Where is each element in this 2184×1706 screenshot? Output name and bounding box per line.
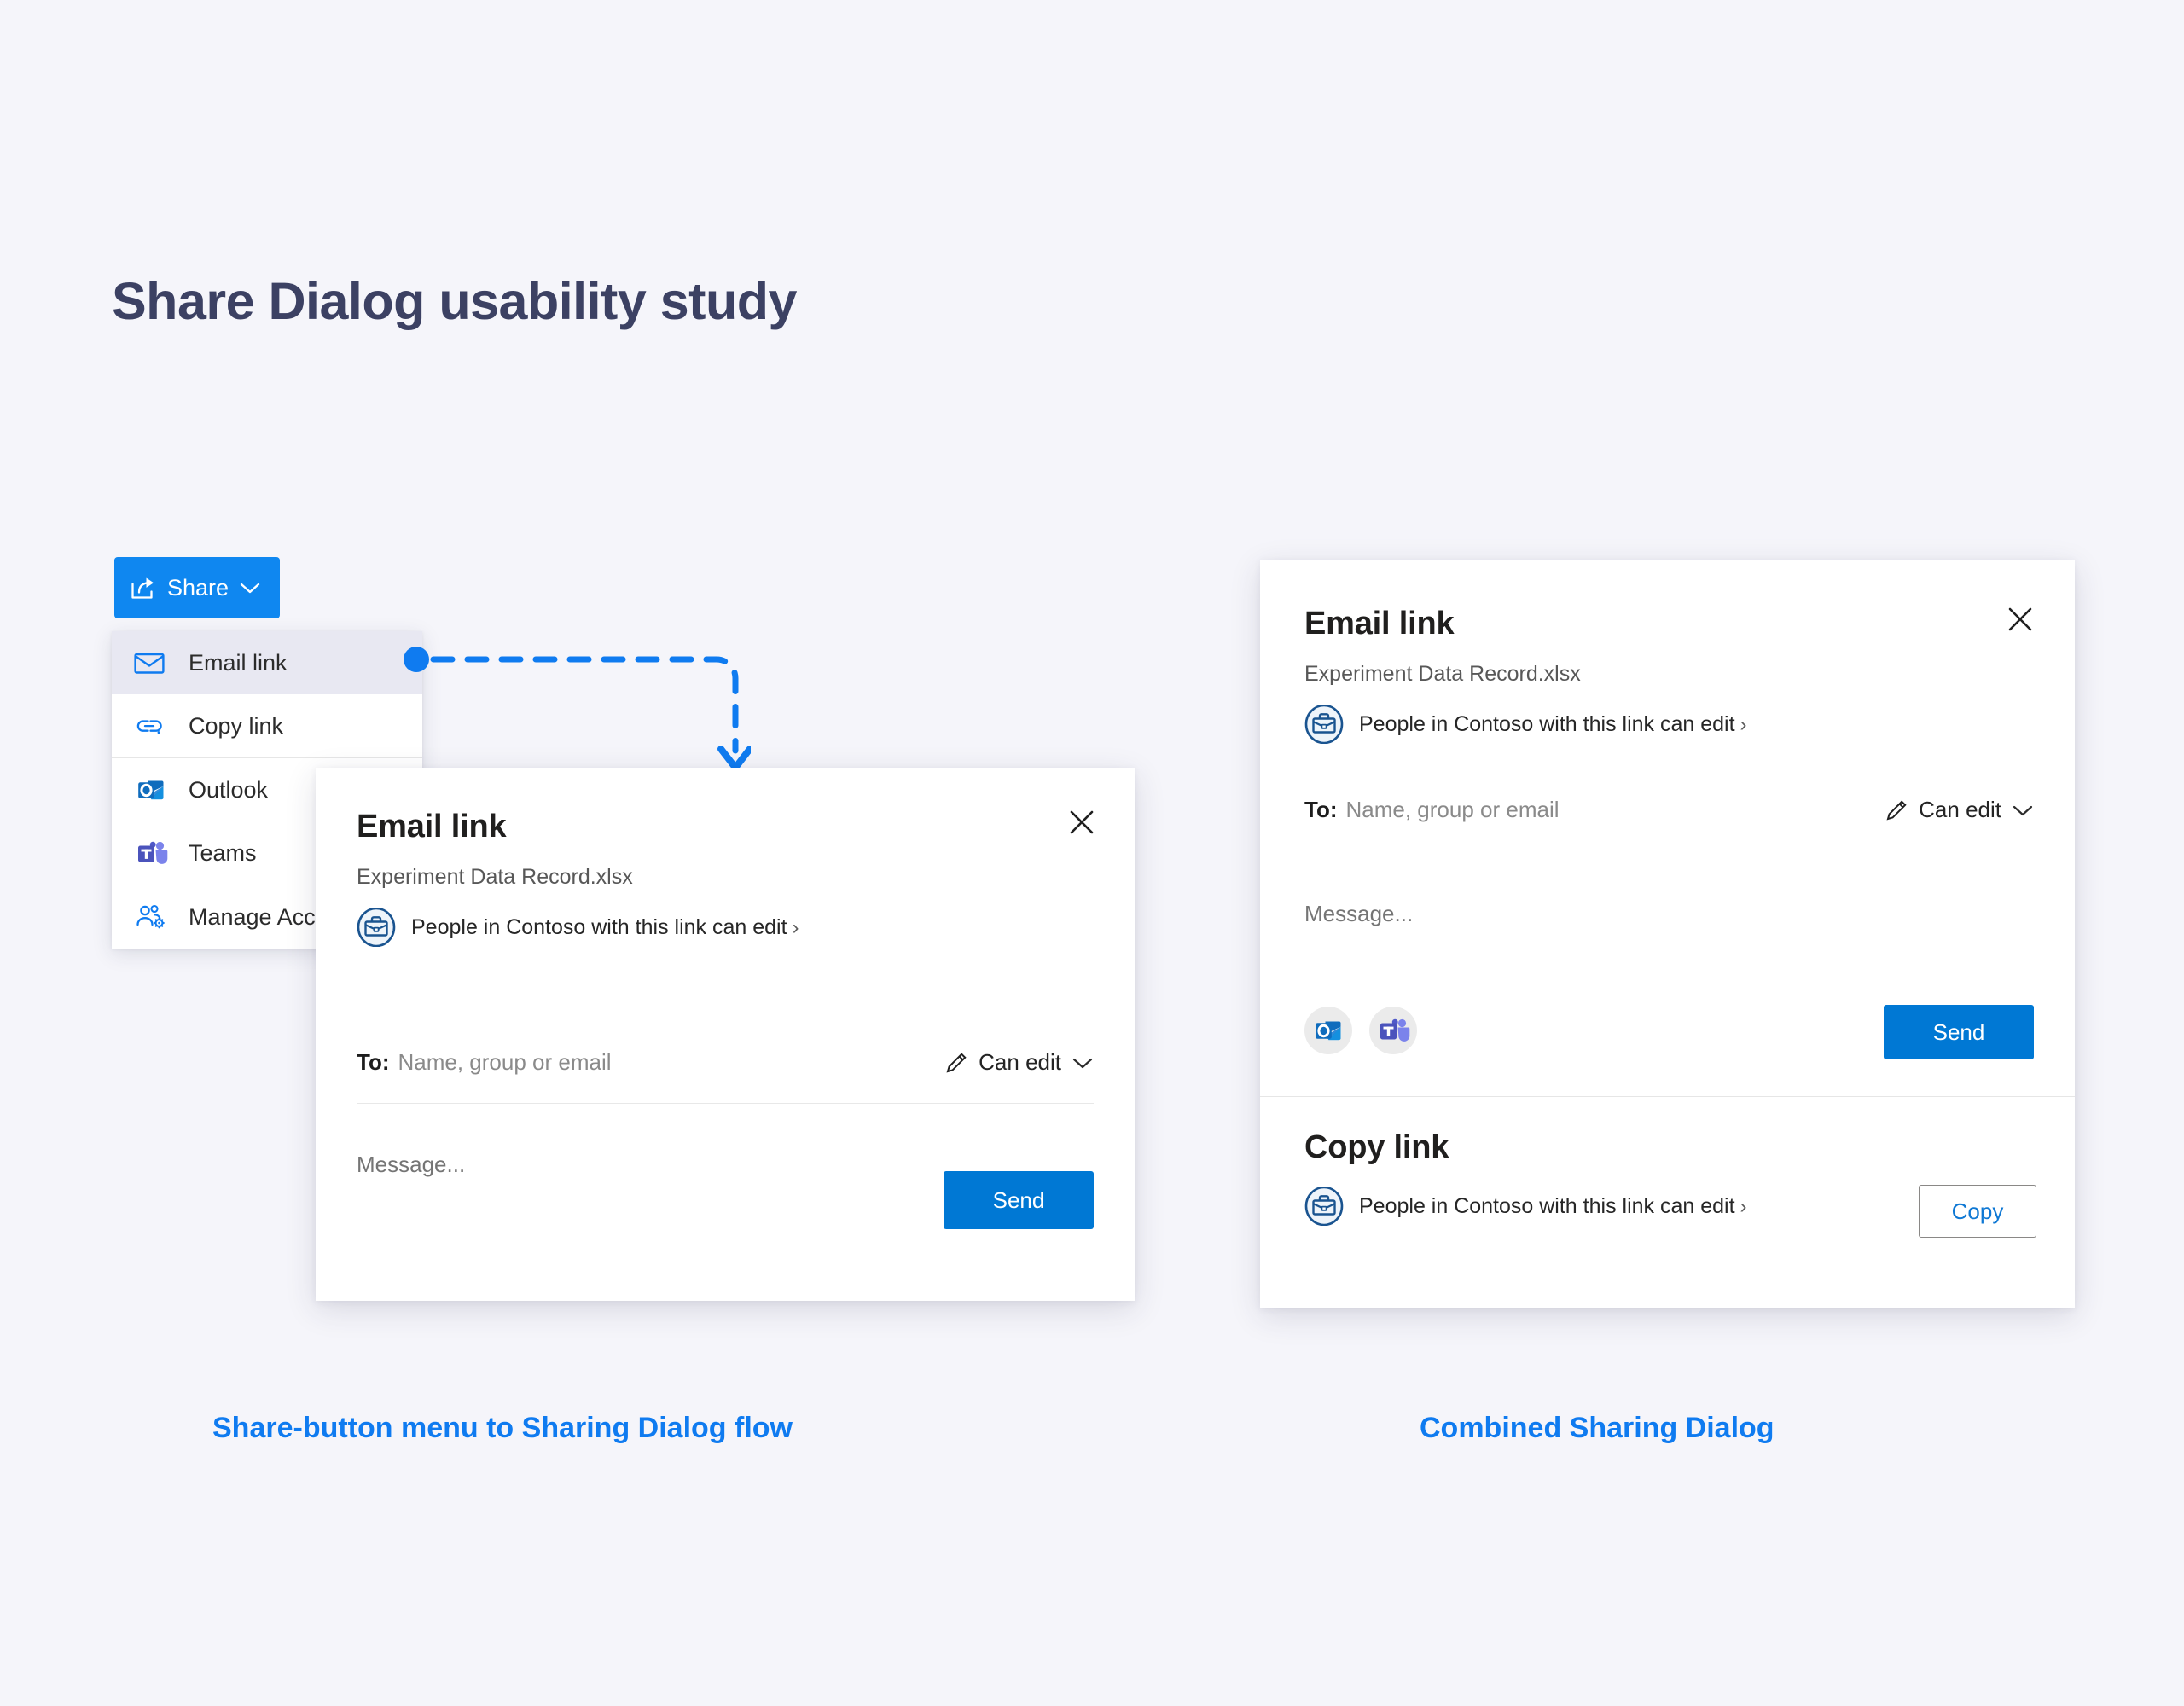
teams-icon	[134, 836, 170, 870]
app-shortcuts	[1304, 1007, 1417, 1054]
share-button-label: Share	[167, 574, 229, 601]
message-input[interactable]: Message...	[357, 1152, 465, 1178]
permission-label: People in Contoso with this link can edi…	[1359, 711, 1747, 736]
menu-item-copy-link[interactable]: Copy link	[112, 694, 422, 757]
outlook-share-button[interactable]	[1304, 1007, 1352, 1054]
email-section-file-name: Experiment Data Record.xlsx	[1304, 662, 1581, 686]
pencil-icon	[1885, 798, 1908, 822]
chevron-right-icon: ›	[1740, 712, 1747, 736]
copy-section-title: Copy link	[1304, 1129, 1449, 1165]
pencil-icon	[944, 1051, 968, 1075]
permission-dropdown[interactable]: Can edit	[1885, 797, 2034, 823]
recipient-row: To: Name, group or email Can edit	[357, 1049, 1094, 1076]
close-icon[interactable]	[2005, 604, 2036, 635]
copy-button[interactable]: Copy	[1919, 1185, 2036, 1238]
outlook-icon	[134, 773, 170, 807]
divider	[357, 1103, 1094, 1104]
send-button[interactable]: Send	[944, 1171, 1094, 1229]
connector-arrowhead	[717, 746, 751, 771]
recipient-input[interactable]: Name, group or email	[398, 1049, 612, 1076]
to-label: To:	[357, 1049, 390, 1075]
to-label: To:	[1304, 797, 1338, 822]
email-section-title: Email link	[1304, 606, 1455, 641]
email-link-dialog: Email link Experiment Data Record.xlsx P…	[316, 768, 1135, 1301]
chevron-down-icon	[239, 581, 261, 595]
permission-row[interactable]: People in Contoso with this link can edi…	[357, 907, 799, 948]
share-button[interactable]: Share	[114, 557, 280, 618]
briefcase-circle-icon	[1304, 1186, 1344, 1227]
page-title: Share Dialog usability study	[112, 272, 797, 330]
chevron-down-icon	[2012, 804, 2034, 817]
permission-dropdown[interactable]: Can edit	[944, 1049, 1094, 1076]
message-input[interactable]: Message...	[1304, 901, 1413, 927]
dialog-file-name: Experiment Data Record.xlsx	[357, 865, 633, 889]
briefcase-circle-icon	[1304, 704, 1344, 745]
send-button[interactable]: Send	[1884, 1005, 2034, 1059]
manage-access-icon	[134, 904, 170, 930]
permission-dropdown-label: Can edit	[979, 1049, 1061, 1075]
flow-connector	[404, 647, 751, 771]
menu-item-label: Outlook	[189, 776, 269, 803]
caption-right: Combined Sharing Dialog	[1420, 1412, 1774, 1444]
caption-left: Share-button menu to Sharing Dialog flow	[212, 1412, 793, 1444]
chevron-down-icon	[1072, 1056, 1094, 1070]
menu-item-email-link[interactable]: Email link	[112, 631, 422, 694]
canvas: Share Dialog usability study Share Email…	[0, 0, 2184, 1706]
combined-sharing-dialog: Email link Experiment Data Record.xlsx P…	[1260, 560, 2075, 1308]
link-chain-icon	[134, 714, 170, 738]
share-arrow-icon	[130, 575, 157, 601]
chevron-right-icon: ›	[792, 915, 799, 939]
recipient-row: To: Name, group or email Can edit	[1304, 797, 2034, 823]
permission-dropdown-label: Can edit	[1919, 797, 2001, 822]
dialog-title: Email link	[357, 809, 507, 844]
briefcase-circle-icon	[357, 907, 396, 948]
envelope-icon	[134, 651, 170, 675]
permission-row[interactable]: People in Contoso with this link can edi…	[1304, 1186, 1747, 1227]
teams-share-button[interactable]	[1369, 1007, 1417, 1054]
recipient-input[interactable]: Name, group or email	[1346, 797, 1560, 823]
menu-item-label: Email link	[189, 649, 288, 676]
chevron-right-icon: ›	[1740, 1194, 1747, 1218]
permission-row[interactable]: People in Contoso with this link can edi…	[1304, 704, 1747, 745]
permission-label: People in Contoso with this link can edi…	[411, 914, 799, 939]
menu-item-label: Copy link	[189, 712, 284, 739]
section-divider	[1260, 1096, 2075, 1097]
menu-item-label: Teams	[189, 839, 257, 866]
permission-label: People in Contoso with this link can edi…	[1359, 1193, 1747, 1218]
close-icon[interactable]	[1066, 807, 1097, 838]
